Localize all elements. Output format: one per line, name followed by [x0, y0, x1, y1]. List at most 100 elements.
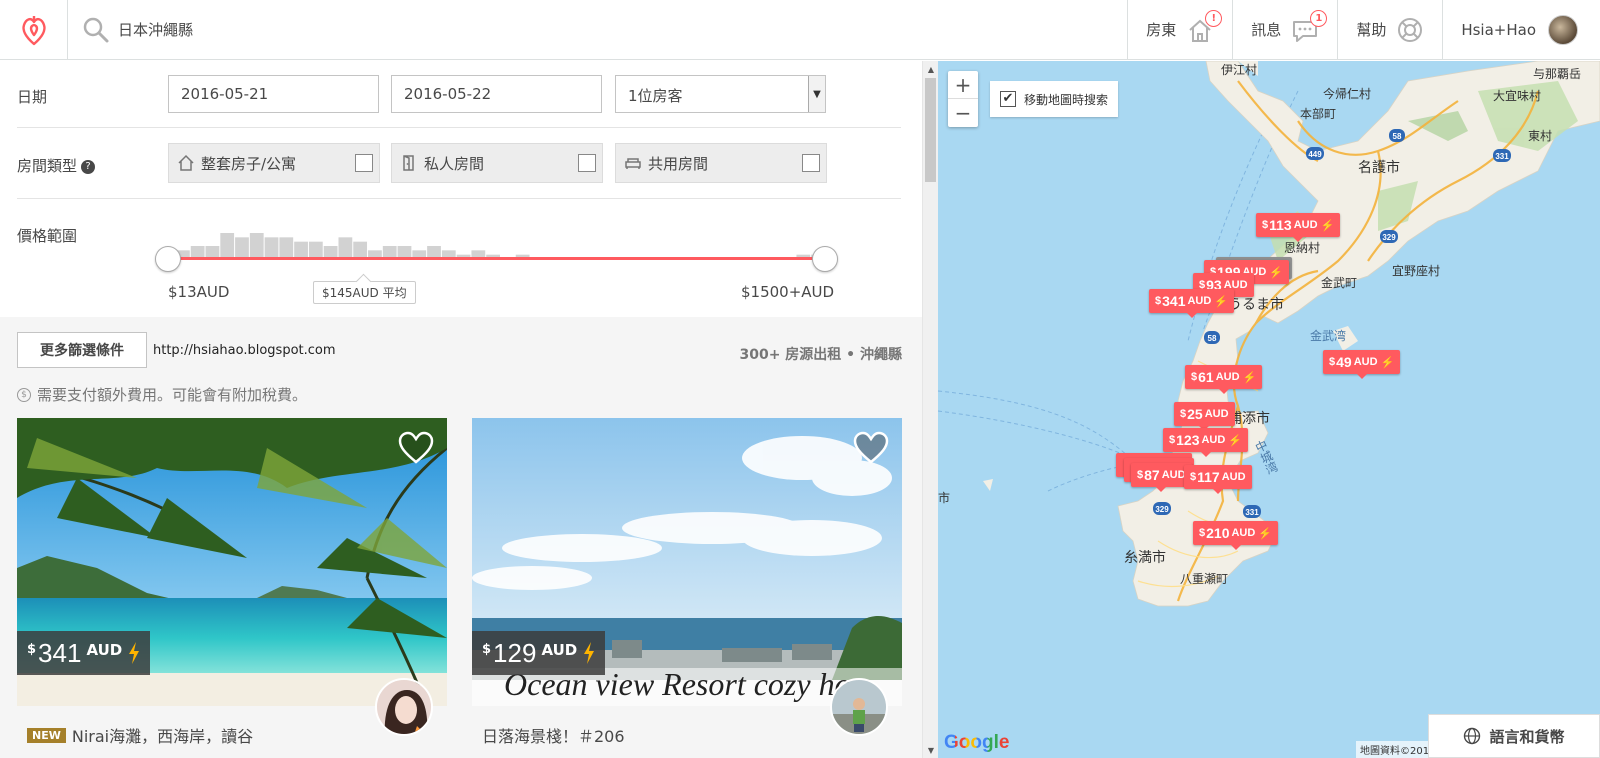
heart-wishlist-icon[interactable] [397, 430, 435, 466]
heart-wishlist-icon[interactable] [852, 430, 890, 466]
lifebuoy-icon [1396, 16, 1424, 44]
results-count: 300+ 房源出租 • 沖繩縣 [739, 347, 902, 363]
map-place-label: 金武町 [1321, 276, 1358, 290]
marker-currency-symbol: $ [1199, 527, 1206, 539]
dollar-circle-icon: $ [17, 387, 31, 402]
marker-currency: AUD [1187, 295, 1212, 307]
chevron-down-icon[interactable]: ▼ [808, 76, 825, 112]
listing-currency: AUD [86, 641, 123, 659]
room-type-checkbox-entire[interactable] [355, 154, 373, 172]
room-type-checkbox-shared[interactable] [802, 154, 820, 172]
map-price-marker[interactable]: $210 AUD ⚡ [1193, 521, 1279, 550]
room-type-label-private: 私人房間 [424, 154, 485, 173]
map-place-label: 金武湾 [1310, 329, 1347, 343]
map-attribution[interactable]: 地圖資料©2016 [1356, 741, 1440, 758]
search-when-map-moves-checkbox[interactable]: ✔ [1000, 91, 1016, 107]
marker-currency: AUD [1201, 434, 1226, 446]
search-input[interactable]: 日本沖繩縣 [118, 19, 193, 40]
nav-messages[interactable]: 訊息 1 [1232, 0, 1337, 59]
map-price-marker[interactable]: $49 AUD ⚡ [1323, 350, 1401, 379]
route-shield-label: 329 [1382, 233, 1396, 242]
marker-currency-symbol: $ [1329, 356, 1336, 368]
map-price-marker[interactable]: $61 AUD ⚡ [1185, 365, 1263, 394]
map-panel[interactable]: 449 58 331 329 58 329 331 伊江村 今帰仁村 本部町 名… [938, 61, 1600, 758]
price-slider-track[interactable] [168, 257, 826, 260]
scroll-up-arrow-icon[interactable]: ▲ [923, 61, 939, 77]
globe-icon [1464, 727, 1481, 745]
map-place-label: 市 [938, 491, 951, 505]
house-icon: ! [1186, 9, 1223, 44]
guests-select[interactable]: 1位房客 ▼ [615, 75, 826, 113]
map-price-marker[interactable]: $87 AUD [1131, 463, 1192, 492]
room-type-label-entire: 整套房子/公寓 [201, 154, 297, 173]
zoom-out-button[interactable]: − [948, 99, 978, 127]
listing-title-text: 日落海景棧！＃206 [482, 727, 625, 746]
room-type-shared-room[interactable]: 共用房間 [615, 143, 827, 183]
instant-book-bolt-icon: ⚡ [1242, 371, 1257, 384]
histogram-bar [220, 233, 235, 259]
listing-currency: AUD [541, 641, 578, 659]
instant-book-bolt-icon [584, 642, 595, 664]
help-question-icon[interactable]: ? [81, 159, 96, 174]
nav-help[interactable]: 幫助 [1337, 0, 1442, 59]
google-logo: Google [944, 732, 1009, 754]
messages-badge: 1 [1310, 9, 1328, 27]
room-type-private-room[interactable]: 私人房間 [391, 143, 603, 183]
marker-currency: AUD [1293, 219, 1318, 231]
host-avatar[interactable] [375, 678, 433, 736]
results-scrollbar[interactable]: ▲ ▼ [922, 61, 938, 758]
listing-photo[interactable]: $ 341 AUD [17, 418, 447, 706]
histogram-bar [235, 237, 249, 259]
checkin-input[interactable]: 2016-05-21 [168, 75, 379, 113]
instant-book-bolt-icon [129, 642, 140, 664]
route-shield-label: 331 [1495, 152, 1509, 161]
listing-card[interactable]: $ 341 AUD NEW Nirai海灘，西海岸，讀谷 [17, 418, 447, 758]
map-price-marker[interactable]: $341 AUD ⚡ [1149, 289, 1235, 318]
listing-title[interactable]: NEW Nirai海灘，西海岸，讀谷 [27, 723, 253, 747]
more-filters-button[interactable]: 更多篩選條件 [17, 332, 147, 368]
price-range-label: 價格範圍 [17, 227, 78, 245]
listing-card[interactable]: Ocean view Resort cozy ho $ 129 AUD 日落海景… [472, 418, 902, 758]
search-panel: 日期 2016-05-21 2016-05-22 1位房客 ▼ 房間類型? 整套… [0, 61, 922, 758]
fee-notice: $ 需要支付額外費用。可能會有附加稅費。 [17, 384, 307, 405]
scroll-thumb[interactable] [925, 78, 936, 182]
zoom-in-button[interactable]: + [948, 71, 978, 99]
search-when-map-moves-label: 移動地圖時搜索 [1024, 92, 1109, 107]
date-label: 日期 [17, 88, 48, 106]
listing-title[interactable]: 日落海景棧！＃206 [482, 723, 625, 747]
map-price-marker[interactable]: $113 AUD ⚡ [1256, 213, 1341, 242]
search-when-map-moves-toggle[interactable]: ✔ 移動地圖時搜索 [990, 81, 1119, 117]
instant-book-bolt-icon: ⚡ [1214, 295, 1229, 308]
language-currency-button[interactable]: 語言和貨幣 [1428, 714, 1600, 758]
search-bar[interactable]: 日本沖繩縣 [68, 0, 1127, 59]
filters-section: 日期 2016-05-21 2016-05-22 1位房客 ▼ 房間類型? 整套… [0, 61, 922, 317]
scroll-down-arrow-icon[interactable]: ▼ [923, 742, 939, 758]
guests-value: 1位房客 [628, 87, 683, 105]
nav-host[interactable]: 房東 ! [1127, 0, 1232, 59]
map-price-marker[interactable]: $25 AUD [1174, 402, 1235, 431]
marker-currency-symbol: $ [1191, 371, 1198, 383]
price-slider-min-handle[interactable] [155, 246, 181, 272]
listing-photo[interactable]: Ocean view Resort cozy ho $ 129 AUD [472, 418, 902, 706]
marker-price: 117 [1197, 469, 1220, 485]
route-shield-label: 58 [1208, 334, 1217, 343]
instant-book-bolt-icon: ⚡ [1269, 266, 1284, 279]
airbnb-logo[interactable] [0, 0, 68, 59]
instant-book-bolt-icon: ⚡ [1380, 356, 1395, 369]
instant-book-bolt-icon: ⚡ [1320, 219, 1335, 232]
route-shield-label: 58 [1393, 132, 1402, 141]
nav-user[interactable]: Hsia+Hao [1442, 0, 1600, 59]
room-type-entire-home[interactable]: 整套房子/公寓 [168, 143, 380, 183]
price-average-tooltip: $145AUD 平均 [313, 281, 416, 304]
map-price-marker[interactable]: $123 AUD ⚡ [1163, 428, 1249, 457]
listing-price: 341 [38, 637, 82, 668]
map-price-marker[interactable]: $117 AUD [1184, 465, 1252, 494]
checkout-input[interactable]: 2016-05-22 [391, 75, 602, 113]
host-avatar[interactable] [830, 678, 888, 736]
new-badge: NEW [27, 727, 66, 743]
price-slider-max-handle[interactable] [812, 246, 838, 272]
map-place-label: 与那覇岳 [1533, 67, 1582, 81]
room-type-label-shared: 共用房間 [648, 154, 709, 173]
room-type-checkbox-private[interactable] [578, 154, 596, 172]
room-type-label: 房間類型? [17, 155, 96, 176]
